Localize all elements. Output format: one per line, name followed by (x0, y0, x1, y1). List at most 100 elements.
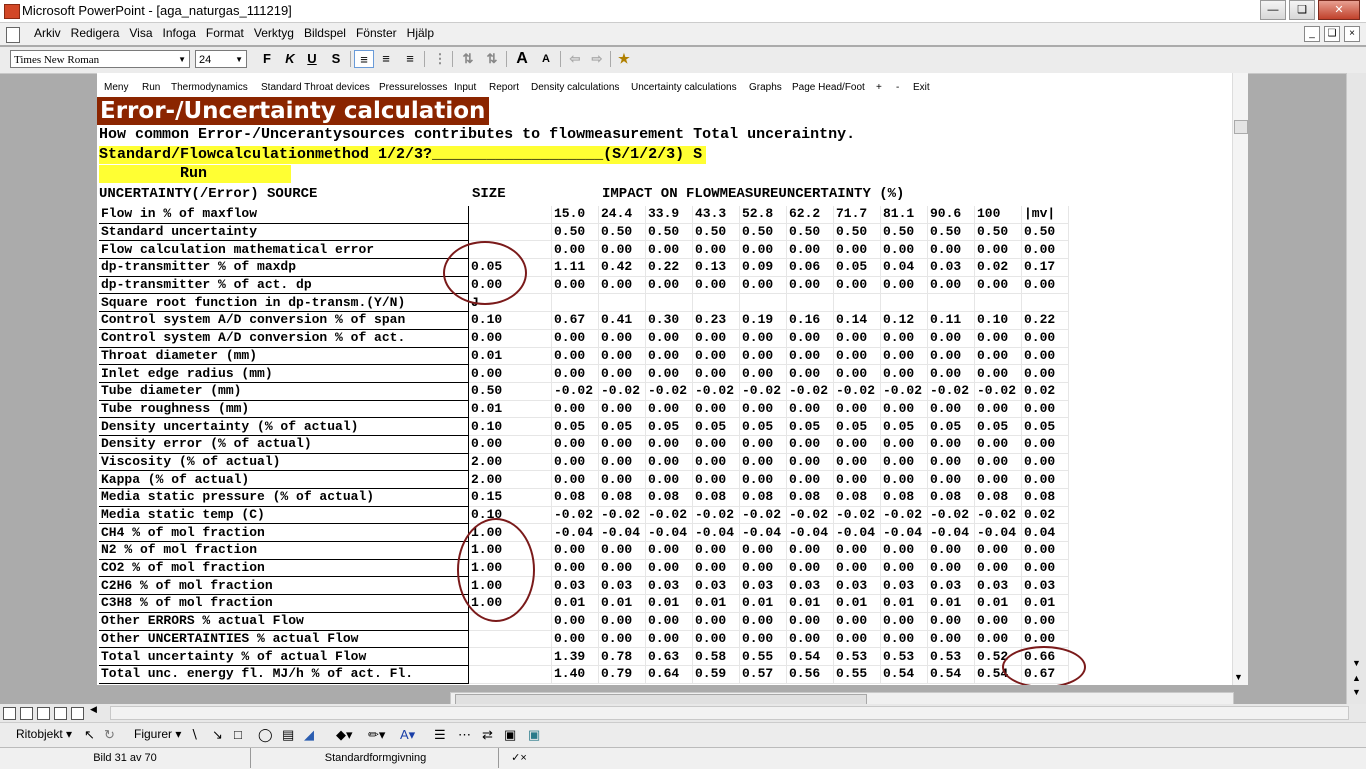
size-cell[interactable]: 0.15 (468, 488, 552, 507)
standard-method-field[interactable]: Standard/Flowcalculationmethod 1/2/3?___… (99, 146, 707, 164)
increase-font-icon[interactable]: A (512, 50, 532, 68)
menu-item[interactable]: Infoga (163, 26, 196, 40)
app-menu-item[interactable]: Uncertainty calculations (631, 80, 737, 95)
fill-color-icon[interactable]: ◆▾ (336, 727, 353, 743)
dash-style-icon[interactable]: ⋯ (458, 727, 471, 743)
close-button[interactable]: ✕ (1318, 0, 1360, 20)
promote-icon[interactable]: ⇦ (565, 50, 585, 68)
slide-vertical-scrollbar[interactable]: ▼ (1232, 73, 1248, 685)
line-color-icon[interactable]: ✏▾ (368, 727, 385, 743)
scroll-left-icon[interactable]: ◀ (90, 704, 99, 715)
increase-spacing-icon[interactable]: ⇅ (458, 50, 478, 68)
size-cell[interactable] (468, 223, 552, 242)
prev-slide-icon[interactable]: ▲ (1352, 673, 1361, 683)
menu-item[interactable]: Format (206, 26, 244, 40)
menu-item[interactable]: Arkiv (34, 26, 61, 40)
line-icon[interactable]: ∖ (190, 727, 198, 743)
draw-menu-button[interactable]: Ritobjekt ▾ (16, 727, 72, 741)
size-cell[interactable]: 0.00 (468, 329, 552, 348)
scroll-down-icon[interactable]: ▼ (1234, 672, 1243, 682)
size-cell[interactable]: 0.10 (468, 311, 552, 330)
app-menu-item[interactable]: Exit (913, 80, 930, 95)
rotate-icon[interactable]: ↻ (104, 727, 115, 743)
minimize-button[interactable]: — (1260, 0, 1286, 20)
app-menu-item[interactable]: Standard Throat devices (261, 80, 370, 95)
scroll-down-icon[interactable]: ▼ (1352, 658, 1361, 668)
impact-cell: 43.3 (692, 206, 740, 224)
align-left-icon[interactable]: ≡ (354, 50, 374, 68)
menu-item[interactable]: Fönster (356, 26, 397, 40)
app-menu-item[interactable]: Meny (104, 80, 128, 95)
app-menu-item[interactable]: Density calculations (531, 80, 619, 95)
3d-icon[interactable]: ▣ (528, 727, 540, 743)
size-cell[interactable]: 0.01 (468, 347, 552, 366)
arrow-style-icon[interactable]: ⇄ (482, 727, 493, 743)
decrease-font-icon[interactable]: A (536, 50, 556, 68)
doc-close-button[interactable]: × (1344, 26, 1360, 42)
textbox-icon[interactable]: ▤ (282, 727, 294, 743)
app-menu-item[interactable]: Page Head/Foot (792, 80, 865, 95)
rectangle-icon[interactable]: □ (234, 727, 242, 742)
bullets-icon[interactable]: ⋮ (430, 50, 450, 68)
window-vertical-scrollbar[interactable]: ▼ ▲ ▼ (1346, 73, 1366, 705)
italic-button[interactable]: K (280, 50, 300, 68)
doc-restore-button[interactable]: ❑ (1324, 26, 1340, 42)
arrow-icon[interactable]: ↘ (212, 727, 223, 743)
line-style-icon[interactable]: ☰ (434, 727, 446, 743)
app-menu-item[interactable]: Thermodynamics (171, 80, 248, 95)
app-menu-item[interactable]: Input (454, 80, 476, 95)
shadow-icon[interactable]: ▣ (504, 727, 516, 743)
decrease-spacing-icon[interactable]: ⇅ (482, 50, 502, 68)
outline-view-icon[interactable] (20, 707, 33, 720)
impact-cell: 0.00 (598, 453, 646, 472)
size-cell[interactable]: 0.01 (468, 400, 552, 419)
app-menu-item[interactable]: - (896, 80, 899, 95)
maximize-button[interactable]: ❑ (1289, 0, 1315, 20)
sorter-view-icon[interactable] (54, 707, 67, 720)
underline-button[interactable]: U (302, 50, 322, 68)
size-cell[interactable]: 2.00 (468, 453, 552, 472)
app-menu-item[interactable]: Report (489, 80, 519, 95)
bold-button[interactable]: F (257, 50, 277, 68)
align-right-icon[interactable]: ≡ (400, 50, 420, 68)
autoshapes-button[interactable]: Figurer ▾ (134, 727, 181, 741)
run-button[interactable]: Run (99, 165, 291, 183)
size-cell[interactable]: 0.00 (468, 435, 552, 454)
size-cell[interactable]: 0.10 (468, 417, 552, 436)
document-icon[interactable] (6, 27, 20, 43)
menu-item[interactable]: Verktyg (254, 26, 294, 40)
font-size-select[interactable]: 24 ▼ (195, 50, 247, 68)
font-name-select[interactable]: Times New Roman ▼ (10, 50, 190, 68)
scroll-thumb[interactable] (1234, 120, 1248, 134)
size-cell[interactable] (468, 630, 552, 649)
app-menu-item[interactable]: Pressurelosses (379, 80, 447, 95)
size-cell[interactable] (468, 206, 552, 224)
size-cell[interactable] (468, 647, 552, 666)
spellcheck-icon[interactable]: ✓× (505, 748, 533, 768)
app-menu-item[interactable]: Run (142, 80, 160, 95)
size-cell[interactable]: 0.50 (468, 382, 552, 401)
menu-item[interactable]: Hjälp (407, 26, 434, 40)
wordart-icon[interactable]: ◢ (304, 727, 314, 743)
font-color-icon[interactable]: A▾ (400, 727, 415, 743)
normal-view-icon[interactable] (3, 707, 16, 720)
select-arrow-icon[interactable]: ↖ (84, 727, 95, 743)
size-cell[interactable] (468, 665, 552, 684)
slide-view-icon[interactable] (37, 707, 50, 720)
align-center-icon[interactable]: ≡ (376, 50, 396, 68)
demote-icon[interactable]: ⇨ (587, 50, 607, 68)
menu-item[interactable]: Bildspel (304, 26, 346, 40)
size-cell[interactable]: 0.00 (468, 364, 552, 383)
horizontal-scrollbar[interactable] (110, 706, 1349, 720)
app-menu-item[interactable]: Graphs (749, 80, 782, 95)
menu-item[interactable]: Visa (129, 26, 152, 40)
size-cell[interactable]: 2.00 (468, 470, 552, 489)
shadow-button[interactable]: S (326, 50, 346, 68)
menu-item[interactable]: Redigera (71, 26, 120, 40)
slideshow-view-icon[interactable] (71, 707, 84, 720)
oval-icon[interactable]: ◯ (258, 727, 273, 743)
next-slide-icon[interactable]: ▼ (1352, 687, 1361, 697)
animation-star-icon[interactable]: ★ (614, 50, 634, 68)
app-menu-item[interactable]: + (876, 80, 882, 95)
doc-minimize-button[interactable]: _ (1304, 26, 1320, 42)
